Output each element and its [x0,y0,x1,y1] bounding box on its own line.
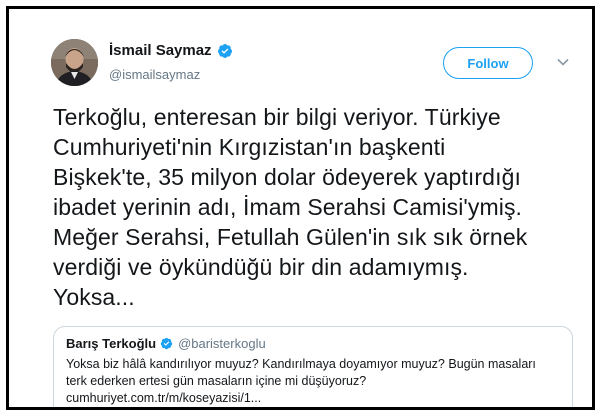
tweet-line: Cumhuriyeti'nin Kırgızistan'ın başkenti [53,134,446,160]
quoted-tweet[interactable]: Barış Terkoğlu @baristerkoglu Yoksa biz … [53,326,573,407]
verified-badge-icon [160,337,173,350]
quoted-line: terk ederken ertesi gün masaların içine … [66,374,367,388]
tweet-card: İsmail Saymaz @ismailsaymaz Follow Terko… [6,6,595,410]
tweet-line: Yoksa... [53,284,135,310]
tweet-text: Terkoğlu, enteresan bir bilgi veriyor. T… [53,102,592,312]
author-avatar[interactable] [51,39,98,86]
quoted-tweet-text: Yoksa biz hâlâ kandırılıyor muyuz? Kandı… [66,356,560,407]
author-name-row[interactable]: İsmail Saymaz [109,42,233,59]
tweet-line: Terkoğlu, enteresan bir bilgi veriyor. T… [53,104,501,130]
tweet-line: ibadet yerinin adı, İmam Serahsi Camisi'… [53,194,523,220]
tweet-line: verdiği ve öykündüğü bir din adamıymış. [53,254,469,280]
verified-badge-icon [217,43,232,58]
chevron-down-icon[interactable] [556,55,570,69]
follow-button[interactable]: Follow [443,47,533,79]
author-name[interactable]: İsmail Saymaz [109,42,212,59]
tweet-line: Bişkek'te, 35 milyon dolar ödeyerek yapt… [53,164,521,190]
tweet-line: Meğer Serahsi, Fetullah Gülen'in sık sık… [53,224,528,250]
quoted-author-name: Barış Terkoğlu [66,336,157,351]
quoted-line: Yoksa biz hâlâ kandırılıyor muyuz? Kandı… [66,357,536,371]
quoted-tweet-header: Barış Terkoğlu @baristerkoglu [66,336,560,351]
quoted-author-handle: @baristerkoglu [178,336,266,351]
quoted-link[interactable]: cumhuriyet.com.tr/m/koseyazisi/1... [66,390,560,407]
author-handle[interactable]: @ismailsaymaz [109,67,200,82]
